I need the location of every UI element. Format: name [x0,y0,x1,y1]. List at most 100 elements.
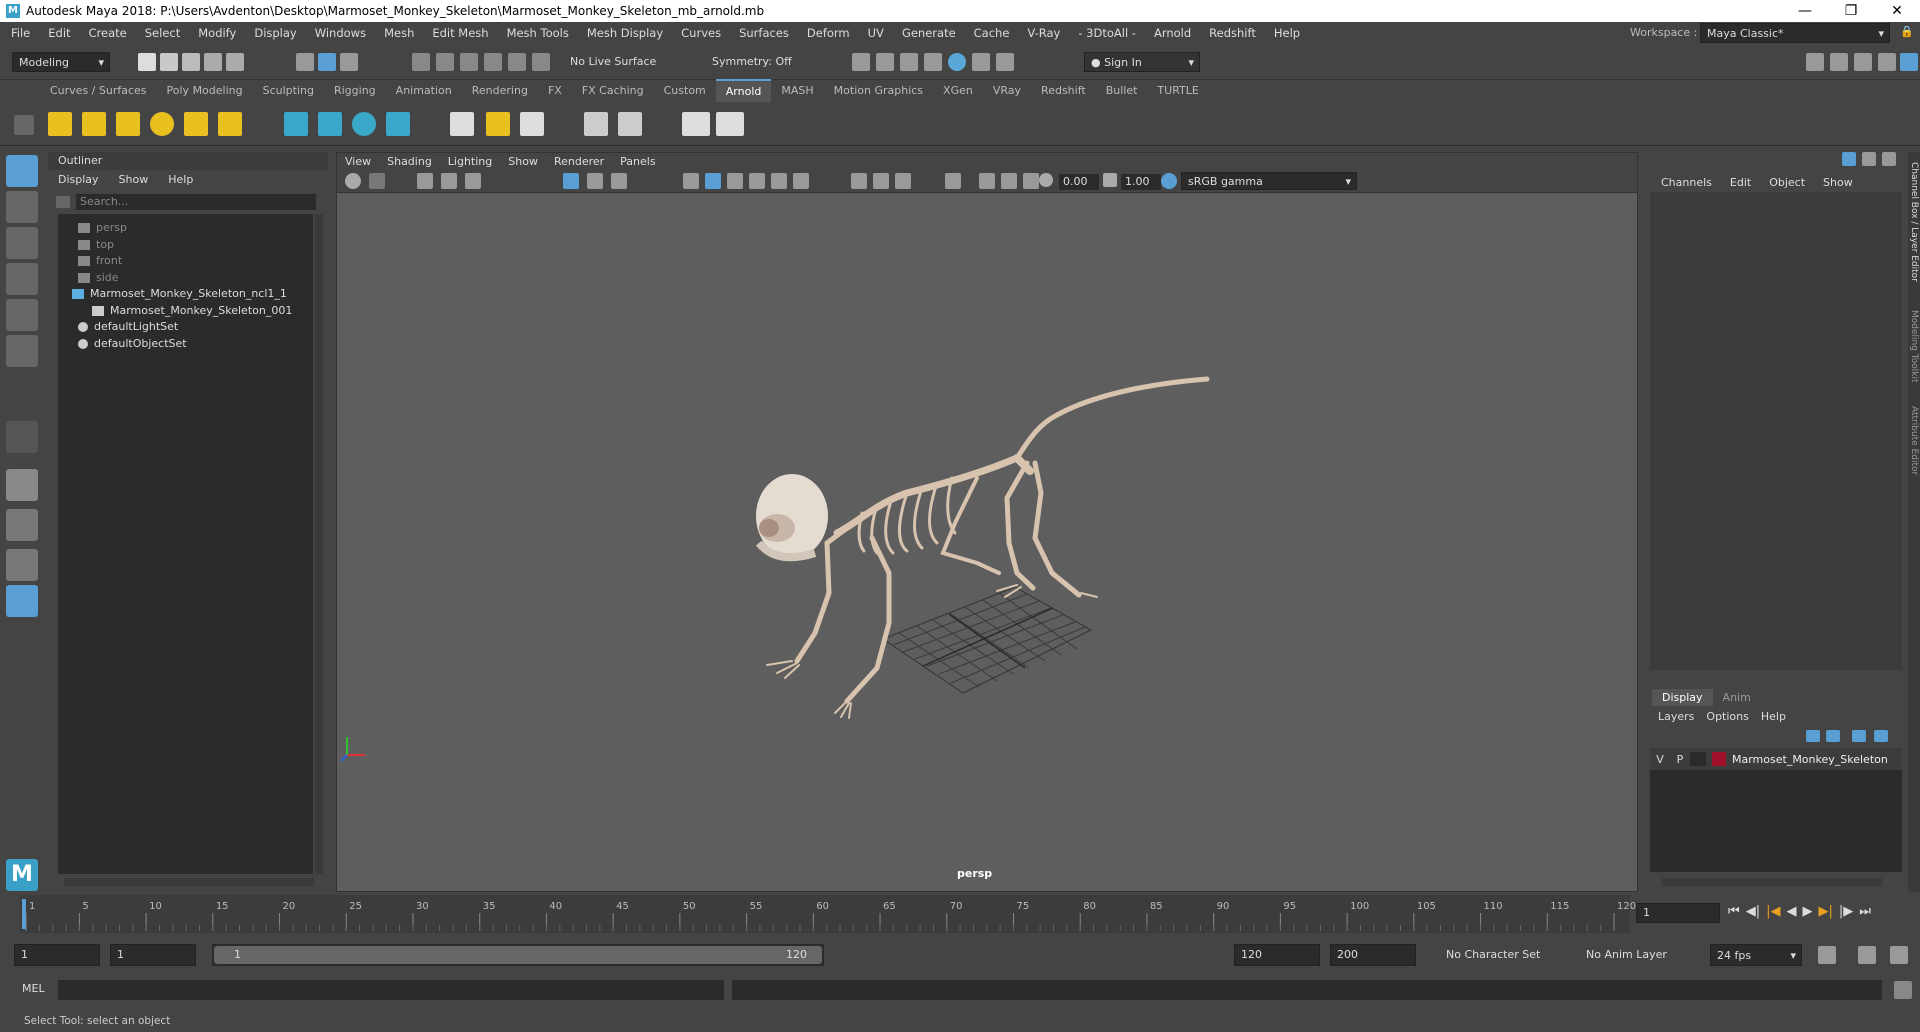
camera-lock-icon[interactable] [369,173,385,189]
channel-box-menu-edit[interactable]: Edit [1721,176,1760,189]
redo-icon[interactable] [226,53,244,71]
attribute-toggle-icon[interactable] [1862,152,1876,166]
menu-mesh[interactable]: Mesh [375,22,423,44]
undo-icon[interactable] [204,53,222,71]
lasso-tool-icon[interactable] [6,191,38,223]
select-object-icon[interactable] [318,53,336,71]
persp-outliner-layout-icon[interactable] [6,549,38,581]
symmetry-field[interactable]: Symmetry: Off [706,52,806,72]
physical-sky-icon[interactable] [218,112,242,136]
mesh-light-icon[interactable] [82,112,106,136]
anti-aliasing-icon[interactable] [895,173,911,189]
motion-blur-icon[interactable] [873,173,889,189]
fps-dropdown[interactable]: 24 fps ▾ [1710,944,1802,966]
menu-uv[interactable]: UV [859,22,893,44]
menu-curves[interactable]: Curves [672,22,730,44]
playback-end-field[interactable]: 120 [1234,944,1320,966]
xray-components-icon[interactable] [1023,173,1039,189]
hypershade-icon[interactable] [972,53,990,71]
snap-projected-icon[interactable] [484,53,502,71]
xray-icon[interactable] [979,173,995,189]
layer-color-swatch[interactable] [1712,752,1726,766]
lock-icon[interactable]: 🔒 [1900,25,1914,38]
menu-surfaces[interactable]: Surfaces [730,22,798,44]
outliner-scrollbar[interactable] [315,214,323,874]
shelf-tab-fx[interactable]: FX [538,80,572,102]
current-frame-field[interactable]: 1 [1636,903,1720,923]
shelf-tab-custom[interactable]: Custom [654,80,716,102]
light-portal-icon[interactable] [184,112,208,136]
shelf-tab-mash[interactable]: MASH [771,80,823,102]
loop-icon[interactable] [1818,946,1836,964]
step-forward-key-icon[interactable]: |▶ [1839,904,1853,919]
menu-mesh-display[interactable]: Mesh Display [578,22,672,44]
gamma-field[interactable]: 1.00 [1121,174,1161,190]
exposure-field[interactable]: 0.00 [1059,174,1099,190]
menu-redshift[interactable]: Redshift [1200,22,1265,44]
outliner-menu-show[interactable]: Show [109,170,159,190]
shelf-menu-icon[interactable] [14,115,34,135]
single-perspective-layout-icon[interactable] [6,469,38,501]
xray-joints-icon[interactable] [1001,173,1017,189]
live-surface-field[interactable]: No Live Surface [564,52,664,72]
sign-in-button[interactable]: ● Sign In ▾ [1084,52,1200,72]
outliner-search-input[interactable]: Search... [76,194,316,210]
step-back-frame-icon[interactable]: |◀ [1766,904,1780,919]
rotate-tool-icon[interactable] [6,299,38,331]
play-forward-icon[interactable]: ▶ [1802,904,1812,919]
grid-icon[interactable] [563,173,579,189]
curve-collector-icon[interactable] [352,112,376,136]
layer-menu-help[interactable]: Help [1755,710,1792,723]
layer-row[interactable]: V P Marmoset_Monkey_Skeleton [1650,748,1902,770]
maximize-icon[interactable]: ❐ [1828,0,1874,22]
shelf-tab-turtle[interactable]: TURTLE [1147,80,1208,102]
area-light-icon[interactable] [48,112,72,136]
snap-point-icon[interactable] [460,53,478,71]
step-forward-frame-icon[interactable]: ▶| [1818,904,1832,919]
flush-all-cache-icon[interactable] [520,112,544,136]
shelf-tab-redshift[interactable]: Redshift [1031,80,1096,102]
menu-help[interactable]: Help [1265,22,1309,44]
film-gate-icon[interactable] [587,173,603,189]
channel-box-menu-channels[interactable]: Channels [1652,176,1721,189]
ambient-occlusion-icon[interactable] [851,173,867,189]
shadows-icon[interactable] [793,173,809,189]
render-play-icon[interactable] [716,112,744,136]
make-live-icon[interactable] [532,53,550,71]
step-back-key-icon[interactable]: ◀| [1746,904,1760,919]
attribute-editor-icon[interactable] [1830,53,1848,71]
layer-editor-icon[interactable] [1900,53,1918,71]
layer-tab-anim[interactable]: Anim [1713,689,1761,706]
layer-type-toggle[interactable] [1690,752,1706,766]
play-backward-icon[interactable]: ◀ [1786,904,1796,919]
snap-grid-icon[interactable] [412,53,430,71]
shelf-tab-poly-modeling[interactable]: Poly Modeling [157,80,253,102]
channel-box-icon[interactable] [1878,53,1896,71]
shelf-tab-animation[interactable]: Animation [386,80,462,102]
move-layer-up-icon[interactable] [1806,730,1820,742]
layer-menu-layers[interactable]: Layers [1652,710,1700,723]
go-to-end-icon[interactable]: ⏭ [1859,904,1871,919]
render-settings-icon[interactable] [852,53,870,71]
current-time-marker[interactable] [22,899,26,929]
command-input[interactable] [58,980,724,1000]
outliner-layout-icon[interactable] [6,585,38,617]
gamma-icon[interactable] [1103,173,1117,187]
render-view-icon[interactable] [924,53,942,71]
shelf-tab-arnold[interactable]: Arnold [715,79,772,103]
wireframe-icon[interactable] [683,173,699,189]
show-manipulator-icon[interactable] [6,421,38,453]
use-all-lights-icon[interactable] [771,173,787,189]
new-layer-selected-icon[interactable] [1874,730,1888,742]
menu-display[interactable]: Display [245,22,305,44]
bookmarks-icon[interactable] [417,173,433,189]
playback-start-field[interactable]: 1 [110,944,196,966]
menu-edit[interactable]: Edit [39,22,79,44]
menu-set-dropdown[interactable]: Modeling ▾ [12,52,110,72]
render-frame-icon[interactable] [876,53,894,71]
photometric-light-icon[interactable] [116,112,140,136]
menu-edit-mesh[interactable]: Edit Mesh [423,22,497,44]
viewport-menu-lighting[interactable]: Lighting [440,153,500,171]
go-to-start-icon[interactable]: ⏮ [1728,904,1740,919]
move-tool-icon[interactable] [6,263,38,295]
